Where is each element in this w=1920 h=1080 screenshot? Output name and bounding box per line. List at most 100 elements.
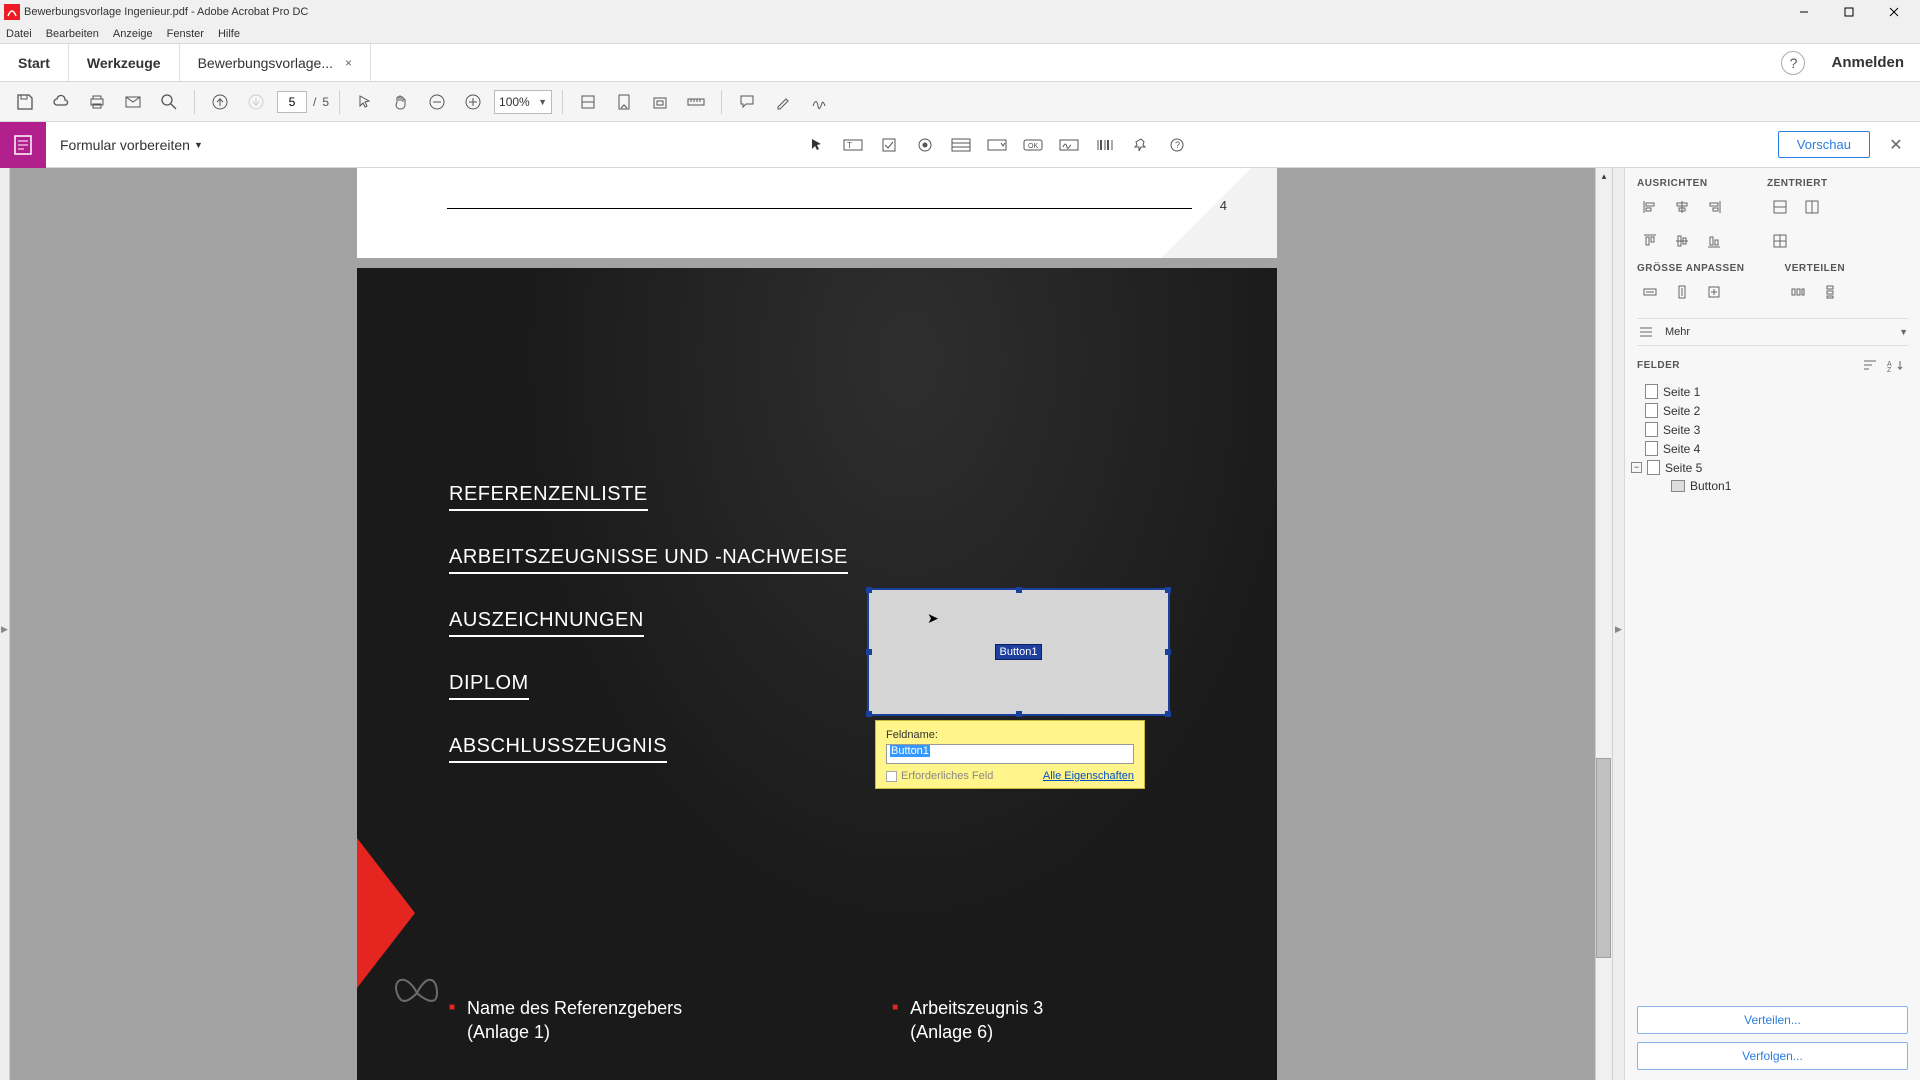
align-left-icon[interactable] — [1637, 195, 1663, 219]
tree-page-4[interactable]: Seite 4 — [1637, 439, 1908, 458]
menu-bearbeiten[interactable]: Bearbeiten — [46, 28, 99, 40]
save-icon[interactable] — [10, 87, 40, 117]
search-icon[interactable] — [154, 87, 184, 117]
sort-az-icon[interactable]: AZ — [1884, 356, 1908, 374]
center-h-icon[interactable] — [1767, 195, 1793, 219]
maximize-button[interactable] — [1826, 0, 1871, 24]
align-bottom-icon[interactable] — [1701, 229, 1727, 253]
scrollbar[interactable]: ▴ — [1595, 168, 1612, 1080]
required-checkbox[interactable]: Erforderliches Feld — [886, 770, 993, 782]
caret-down-icon: ▼ — [194, 140, 203, 150]
zoom-select[interactable]: 100%▼ — [494, 90, 552, 114]
menu-fenster[interactable]: Fenster — [167, 28, 204, 40]
button-tool-icon[interactable]: OK — [1019, 131, 1047, 159]
minimize-button[interactable] — [1781, 0, 1826, 24]
preview-button[interactable]: Vorschau — [1778, 131, 1870, 158]
radio-tool-icon[interactable] — [911, 131, 939, 159]
title-bar: Bewerbungsvorlage Ingenieur.pdf - Adobe … — [0, 0, 1920, 24]
fit-width-icon[interactable] — [573, 87, 603, 117]
prev-page-icon[interactable] — [205, 87, 235, 117]
form-field-label: Button1 — [995, 644, 1043, 660]
tree-page-1[interactable]: Seite 1 — [1637, 382, 1908, 401]
tab-document[interactable]: Bewerbungsvorlage... × — [180, 44, 371, 81]
form-bar-title[interactable]: Formular vorbereiten▼ — [46, 137, 217, 153]
pointer-tool-icon[interactable] — [350, 87, 380, 117]
scroll-thumb[interactable] — [1596, 758, 1611, 958]
align-right-icon[interactable] — [1701, 195, 1727, 219]
fieldname-input[interactable]: Button1 — [886, 744, 1134, 764]
center-both-icon[interactable] — [1767, 229, 1793, 253]
align-top-icon[interactable] — [1637, 229, 1663, 253]
form-help-icon[interactable]: ? — [1163, 131, 1191, 159]
size-width-icon[interactable] — [1637, 280, 1663, 304]
measure-icon[interactable] — [681, 87, 711, 117]
cloud-icon[interactable] — [46, 87, 76, 117]
tab-close-icon[interactable]: × — [345, 56, 352, 70]
more-dropdown[interactable]: Mehr ▼ — [1637, 318, 1908, 346]
size-height-icon[interactable] — [1669, 280, 1695, 304]
fieldname-value: Button1 — [890, 745, 930, 757]
document-area[interactable]: 4 REFERENZENLISTE ARBEITSZEUGNISSE UND -… — [10, 168, 1612, 1080]
distribute-button[interactable]: Verteilen... — [1637, 1006, 1908, 1034]
highlight-icon[interactable] — [768, 87, 798, 117]
pin-tool-icon[interactable] — [1127, 131, 1155, 159]
textfield-tool-icon[interactable]: T — [839, 131, 867, 159]
tree-page-5[interactable]: −Seite 5 — [1637, 458, 1908, 477]
hand-tool-icon[interactable] — [386, 87, 416, 117]
signature-field-tool-icon[interactable] — [1055, 131, 1083, 159]
distribute-h-icon[interactable] — [1785, 280, 1811, 304]
section-zentriert: ZENTRIERT — [1767, 178, 1828, 189]
menu-hilfe[interactable]: Hilfe — [218, 28, 240, 40]
align-middle-icon[interactable] — [1669, 229, 1695, 253]
distribute-v-icon[interactable] — [1817, 280, 1843, 304]
fit-page-icon[interactable] — [609, 87, 639, 117]
page-number-input[interactable] — [277, 91, 307, 113]
scroll-up-icon[interactable]: ▴ — [1596, 168, 1612, 185]
tab-werkzeuge-label: Werkzeuge — [87, 55, 161, 71]
form-field-button1[interactable]: Button1 ➤ — [867, 588, 1170, 716]
heading-referenzenliste: REFERENZENLISTE — [449, 483, 648, 511]
cursor-icon: ➤ — [927, 610, 939, 627]
menu-datei[interactable]: Datei — [6, 28, 32, 40]
print-icon[interactable] — [82, 87, 112, 117]
tab-werkzeuge[interactable]: Werkzeuge — [69, 44, 180, 81]
heading-diplom: DIPLOM — [449, 672, 529, 700]
all-properties-link[interactable]: Alle Eigenschaften — [1043, 770, 1134, 782]
listbox-tool-icon[interactable] — [947, 131, 975, 159]
tab-start[interactable]: Start — [0, 44, 69, 81]
track-button[interactable]: Verfolgen... — [1637, 1042, 1908, 1070]
left-splitter[interactable]: ▶ — [0, 168, 10, 1080]
tree-page-2[interactable]: Seite 2 — [1637, 401, 1908, 420]
menu-anzeige[interactable]: Anzeige — [113, 28, 153, 40]
page-separator: / — [313, 95, 316, 109]
zoom-out-icon[interactable] — [422, 87, 452, 117]
align-center-h-icon[interactable] — [1669, 195, 1695, 219]
sort-icon[interactable] — [1860, 356, 1880, 374]
rotate-icon[interactable] — [645, 87, 675, 117]
next-page-icon[interactable] — [241, 87, 271, 117]
close-button[interactable] — [1871, 0, 1916, 24]
tree-field-button1[interactable]: Button1 — [1637, 477, 1908, 495]
form-mode-icon[interactable] — [0, 122, 46, 168]
caret-down-icon: ▼ — [1899, 327, 1908, 337]
right-splitter[interactable]: ▶ — [1612, 168, 1624, 1080]
size-both-icon[interactable] — [1701, 280, 1727, 304]
center-v-icon[interactable] — [1799, 195, 1825, 219]
signature-icon[interactable] — [804, 87, 834, 117]
signin-link[interactable]: Anmelden — [1815, 44, 1920, 81]
barcode-tool-icon[interactable] — [1091, 131, 1119, 159]
select-tool-icon[interactable] — [803, 131, 831, 159]
comment-icon[interactable] — [732, 87, 762, 117]
expander-icon[interactable]: − — [1631, 462, 1642, 473]
help-icon[interactable]: ? — [1781, 51, 1805, 75]
checkbox-tool-icon[interactable] — [875, 131, 903, 159]
tree-page-3[interactable]: Seite 3 — [1637, 420, 1908, 439]
menu-bar: Datei Bearbeiten Anzeige Fenster Hilfe — [0, 24, 1920, 44]
tree-page-1-label: Seite 1 — [1663, 385, 1700, 399]
mail-icon[interactable] — [118, 87, 148, 117]
caret-down-icon: ▼ — [538, 97, 547, 107]
close-formbar-icon[interactable]: ✕ — [1880, 135, 1912, 155]
dropdown-tool-icon[interactable] — [983, 131, 1011, 159]
zoom-in-icon[interactable] — [458, 87, 488, 117]
fields-tree: Seite 1 Seite 2 Seite 3 Seite 4 −Seite 5… — [1637, 382, 1908, 495]
